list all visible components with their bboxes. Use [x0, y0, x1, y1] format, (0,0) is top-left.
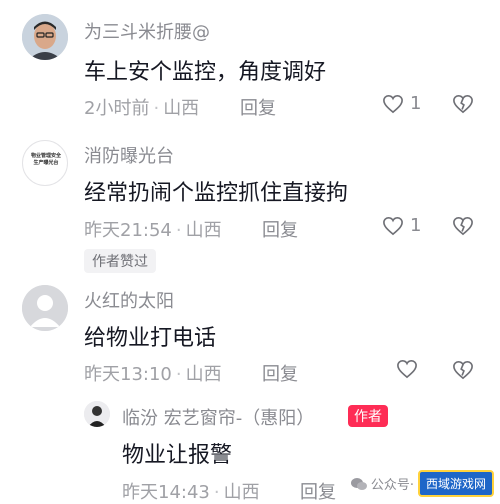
like-button[interactable]: 1	[382, 215, 421, 236]
comment-location: 山西	[163, 98, 200, 119]
comment-text: 物业让报警	[122, 443, 233, 468]
reply-button[interactable]: 回复	[300, 478, 336, 504]
watermark: 公众号· 西域游戏网	[350, 470, 494, 497]
broken-heart-icon	[453, 216, 473, 236]
comment-text: 经常扔闹个监控抓住直接拘	[84, 181, 349, 206]
watermark-text: 公众号·	[370, 478, 414, 493]
comment-username[interactable]: 为三斗米折腰@	[84, 18, 210, 44]
comment-meta: 昨天14:43 · 山西	[122, 482, 260, 503]
dislike-button[interactable]	[452, 94, 474, 114]
default-avatar-icon	[22, 285, 68, 331]
like-count: 1	[410, 215, 422, 236]
comment-time: 昨天13:10	[84, 364, 172, 385]
avatar[interactable]	[84, 401, 110, 427]
user-photo-icon	[22, 14, 68, 60]
heart-icon	[397, 359, 417, 379]
comment-text: 给物业打电话	[84, 326, 217, 351]
comment-meta: 昨天13:10 · 山西	[84, 364, 222, 385]
wechat-icon	[350, 477, 367, 491]
reply-button[interactable]: 回复	[240, 94, 276, 120]
author-badge: 作者	[348, 405, 388, 427]
reply-button[interactable]: 回复	[262, 216, 298, 242]
comment-username[interactable]: 火红的太阳	[84, 287, 174, 313]
site-logo-badge: 西域游戏网	[417, 470, 494, 497]
avatar[interactable]	[22, 14, 68, 60]
dislike-button[interactable]	[452, 216, 474, 236]
comment-time: 2小时前	[84, 98, 150, 119]
avatar[interactable]: 物业管理安全生产曝光台	[22, 140, 68, 186]
dislike-button[interactable]	[452, 360, 474, 380]
heart-icon	[383, 94, 403, 113]
reply-button[interactable]: 回复	[262, 360, 298, 386]
comment-location: 山西	[223, 482, 260, 503]
like-button[interactable]: 1	[382, 93, 421, 114]
like-button[interactable]	[396, 359, 418, 379]
comment-meta: 昨天21:54 · 山西	[84, 220, 222, 241]
broken-heart-icon	[453, 360, 473, 380]
comment-meta: 2小时前 · 山西	[84, 98, 200, 119]
comment-location: 山西	[185, 220, 222, 241]
heart-icon	[383, 216, 403, 235]
avatar-text: 物业管理安全生产曝光台	[30, 153, 61, 166]
user-photo-icon	[84, 401, 110, 427]
broken-heart-icon	[453, 94, 473, 114]
comment-time: 昨天14:43	[122, 482, 210, 503]
comment-username[interactable]: 消防曝光台	[84, 142, 174, 168]
comment-username[interactable]: 临汾 宏艺窗帘-（惠阳）	[122, 404, 314, 430]
comment-time: 昨天21:54	[84, 220, 172, 241]
author-liked-tag: 作者赞过	[84, 249, 156, 273]
avatar[interactable]	[22, 285, 68, 331]
comment-location: 山西	[185, 364, 222, 385]
comment-text: 车上安个监控，角度调好	[84, 60, 327, 85]
like-count: 1	[410, 93, 422, 114]
